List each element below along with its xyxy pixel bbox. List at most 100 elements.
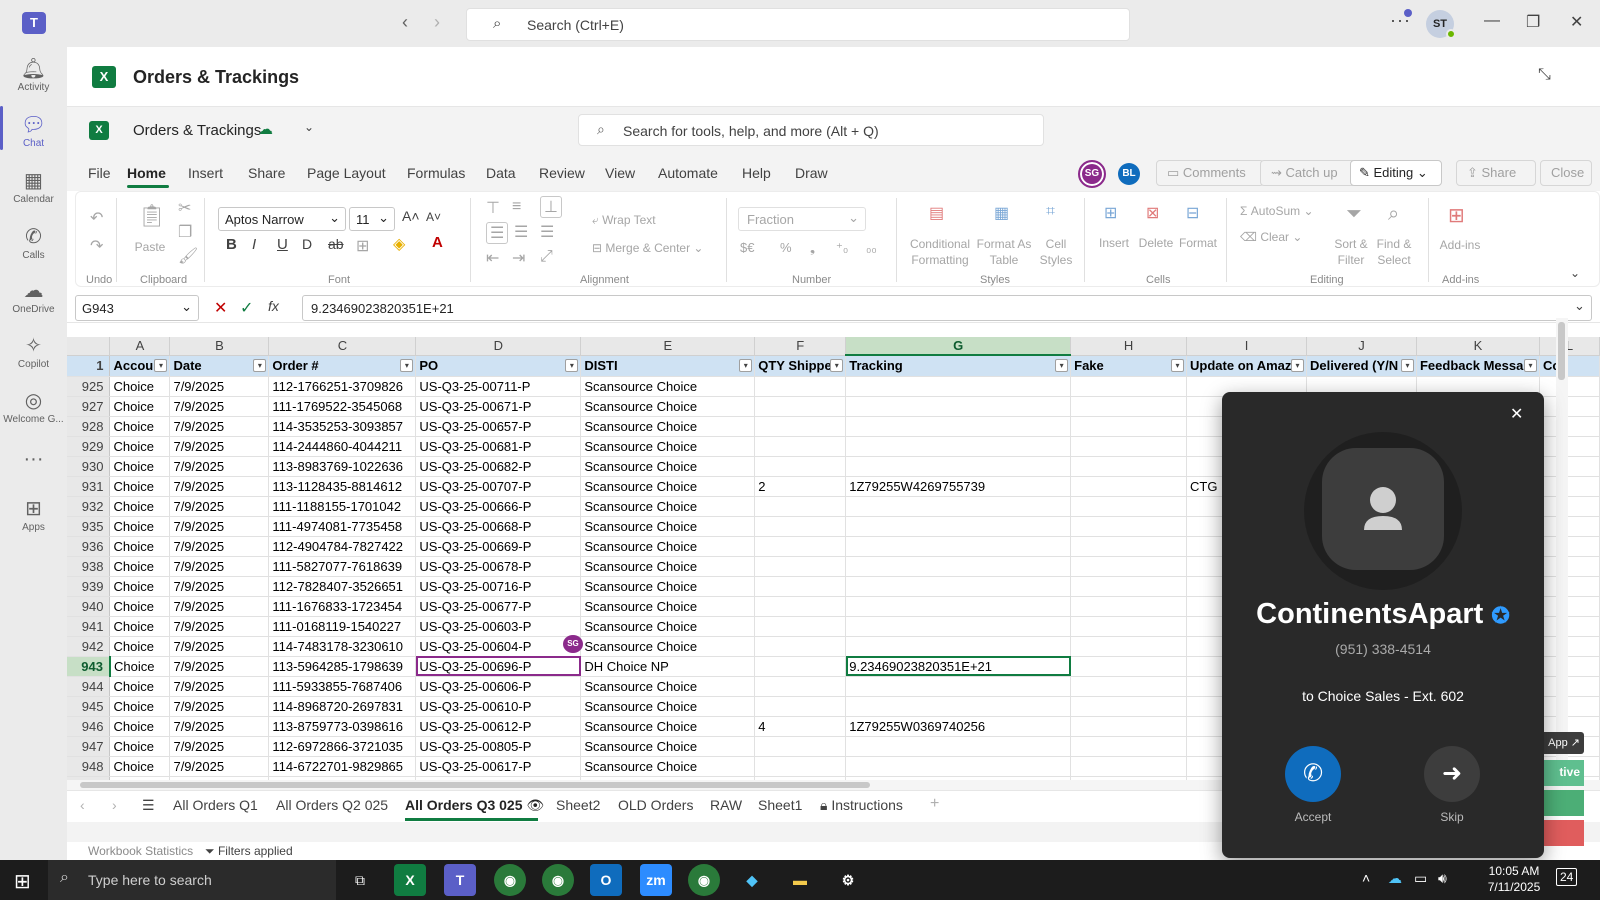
network-tray-icon[interactable]: ▭ xyxy=(1414,870,1427,887)
column-header[interactable]: E xyxy=(580,337,756,356)
restore-icon[interactable]: ❐ xyxy=(1526,12,1540,32)
cell[interactable]: Choice xyxy=(109,656,171,677)
row-number[interactable]: 932 xyxy=(67,496,111,517)
cell[interactable] xyxy=(1070,736,1188,757)
filter-dropdown-icon[interactable]: ▾ xyxy=(1523,358,1537,372)
format-painter-icon[interactable]: 🖌︎ xyxy=(178,246,198,266)
row-number[interactable]: 939 xyxy=(67,576,111,597)
cell[interactable] xyxy=(1070,576,1188,597)
table-header-cell[interactable]: Fake ▾ xyxy=(1070,355,1188,377)
cell[interactable]: US-Q3-25-00666-P xyxy=(415,496,582,517)
table-header-cell[interactable]: Date ▾ xyxy=(169,355,270,377)
cell[interactable]: US-Q3-25-00603-P xyxy=(415,616,582,637)
back-arrow-icon[interactable]: ‹ xyxy=(402,12,408,33)
cell[interactable] xyxy=(845,636,1072,657)
addins-button[interactable]: Add-ins xyxy=(1436,238,1484,252)
cell[interactable] xyxy=(1539,476,1600,497)
notification-center-button[interactable]: 24 xyxy=(1556,868,1578,886)
cell[interactable]: Choice xyxy=(109,676,171,697)
sheet-tab[interactable]: Sheet1 xyxy=(758,797,802,813)
cell[interactable] xyxy=(754,416,847,437)
insert-cells-button[interactable]: Insert xyxy=(1094,236,1134,250)
horizontal-scroll-thumb[interactable] xyxy=(80,782,870,788)
cell[interactable]: 7/9/2025 xyxy=(169,716,270,737)
all-sheets-icon[interactable]: ☰ xyxy=(142,797,155,814)
tab-scroll-right-icon[interactable]: › xyxy=(112,797,117,813)
share-button[interactable]: ⇪ Share xyxy=(1456,160,1536,186)
cell[interactable] xyxy=(1070,536,1188,557)
row-number[interactable]: 1 xyxy=(67,355,111,377)
format-cells-icon[interactable]: ⊟ xyxy=(1186,203,1199,223)
cell[interactable]: Choice xyxy=(109,536,171,557)
cell[interactable]: 7/9/2025 xyxy=(169,756,270,777)
cell[interactable]: 4 xyxy=(754,716,847,737)
cell[interactable] xyxy=(754,696,847,717)
cell[interactable]: Scansource Choice xyxy=(580,376,756,397)
format-as-table-icon[interactable]: ▦ xyxy=(994,203,1009,223)
cell[interactable]: 7/9/2025 xyxy=(169,496,270,517)
tab-formulas[interactable]: Formulas xyxy=(407,165,465,181)
cell[interactable]: Choice xyxy=(109,516,171,537)
cell[interactable] xyxy=(1539,516,1600,537)
tab-view[interactable]: View xyxy=(605,165,635,181)
cell[interactable]: 114-6722701-9829865 xyxy=(268,756,417,777)
cell[interactable]: Choice xyxy=(109,756,171,777)
cell[interactable] xyxy=(845,756,1072,777)
align-middle-icon[interactable]: ≡ xyxy=(512,198,521,216)
cell[interactable]: US-Q3-25-00612-P xyxy=(415,716,582,737)
cell[interactable] xyxy=(845,556,1072,577)
cell[interactable] xyxy=(1539,656,1600,677)
tab-scroll-left-icon[interactable]: ‹ xyxy=(80,797,85,813)
bold-icon[interactable]: B xyxy=(226,236,237,253)
cell[interactable]: 111-1188155-1701042 xyxy=(268,496,417,517)
sheet-tab[interactable]: All Orders Q2 025 xyxy=(276,797,388,813)
cell[interactable] xyxy=(1539,696,1600,717)
clock-time[interactable]: 10:05 AM xyxy=(1484,864,1544,878)
cell[interactable]: Scansource Choice xyxy=(580,456,756,477)
clear-button[interactable]: ⌫ Clear ⌄ xyxy=(1240,230,1302,244)
table-header-cell[interactable]: Accou ▾ xyxy=(109,355,171,377)
cell[interactable]: US-Q3-25-00604-P xyxy=(415,636,582,657)
column-header[interactable]: L xyxy=(1539,337,1600,356)
cell[interactable]: 7/9/2025 xyxy=(169,736,270,757)
rail-item-copilot[interactable]: ✧ Copilot xyxy=(0,333,67,370)
cell[interactable]: US-Q3-25-00668-P xyxy=(415,516,582,537)
comments-button[interactable]: ▭ Comments xyxy=(1156,160,1264,186)
rail-item-calendar[interactable]: ▦ Calendar xyxy=(0,168,67,205)
filter-dropdown-icon[interactable]: ▾ xyxy=(565,358,579,372)
selected-cell[interactable]: 9.23469023820351E+21 xyxy=(845,656,1072,677)
filter-dropdown-icon[interactable]: ▾ xyxy=(253,358,267,372)
cell[interactable]: 2 xyxy=(754,476,847,497)
cell[interactable]: US-Q3-25-00677-P xyxy=(415,596,582,617)
rail-item-chat[interactable]: 💬︎ Chat xyxy=(0,112,67,149)
tab-automate[interactable]: Automate xyxy=(658,165,718,181)
cell[interactable]: US-Q3-25-00669-P xyxy=(415,536,582,557)
cell[interactable]: Choice xyxy=(109,576,171,597)
cell[interactable]: US-Q3-25-00707-P xyxy=(415,476,582,497)
undo-icon[interactable]: ↶ xyxy=(90,208,103,228)
align-center-icon[interactable]: ☰ xyxy=(514,222,528,242)
cell[interactable] xyxy=(1070,396,1188,417)
cell[interactable]: Choice xyxy=(109,596,171,617)
format-cells-button[interactable]: Format xyxy=(1176,236,1220,250)
filter-dropdown-icon[interactable]: ▾ xyxy=(154,358,168,372)
row-number[interactable]: 948 xyxy=(67,756,111,777)
confirm-edit-icon[interactable]: ✓ xyxy=(240,298,253,318)
cancel-edit-icon[interactable]: ✕ xyxy=(214,298,227,318)
rail-item-welcome[interactable]: ◎ Welcome G... xyxy=(0,388,67,425)
cell[interactable] xyxy=(754,576,847,597)
sheet-tab-active[interactable]: All Orders Q3 025 👁︎ xyxy=(405,797,544,814)
cell[interactable]: 7/9/2025 xyxy=(169,436,270,457)
cell[interactable] xyxy=(754,516,847,537)
cell[interactable] xyxy=(1070,476,1188,497)
cell[interactable]: Scansource Choice xyxy=(580,556,756,577)
tab-draw[interactable]: Draw xyxy=(795,165,828,181)
cell[interactable] xyxy=(845,456,1072,477)
cell[interactable] xyxy=(1070,516,1188,537)
cell[interactable] xyxy=(845,536,1072,557)
fill-color-icon[interactable]: ◈ xyxy=(393,234,405,254)
cell[interactable]: 112-1766251-3709826 xyxy=(268,376,417,397)
ribbon-expand-icon[interactable]: ⌄ xyxy=(1570,266,1580,280)
cell[interactable] xyxy=(754,636,847,657)
cell[interactable]: 7/9/2025 xyxy=(169,656,270,677)
